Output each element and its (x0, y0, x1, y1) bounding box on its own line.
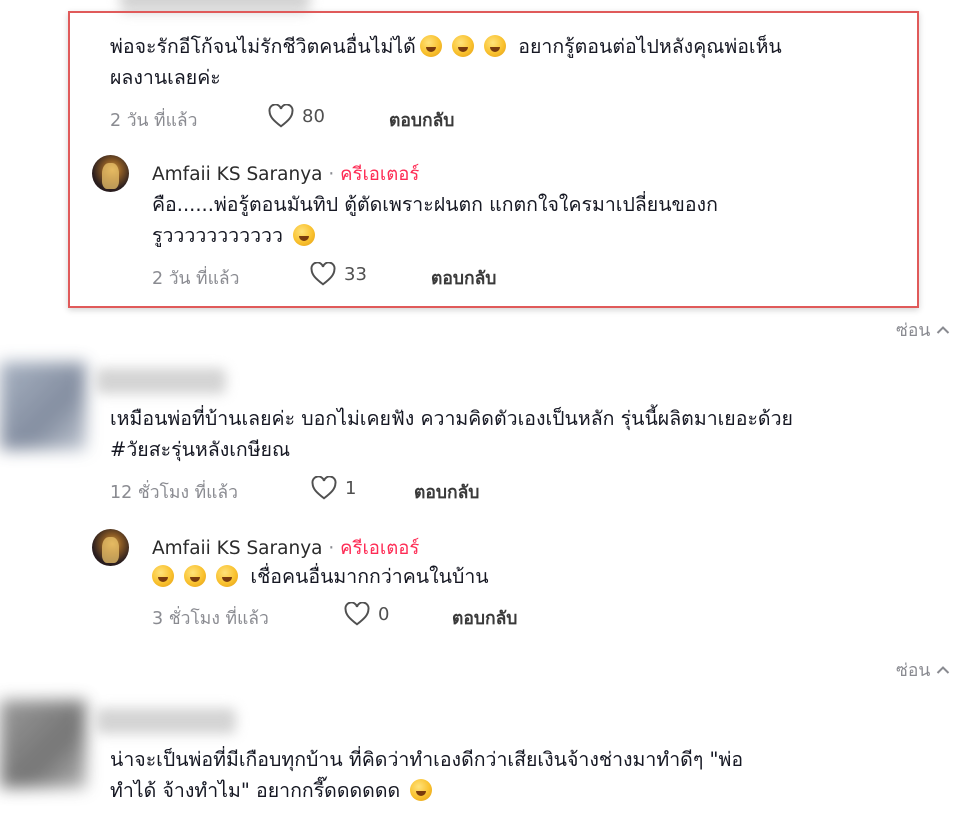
creator-badge: ครีเอเตอร์ (340, 538, 420, 559)
chevron-up-icon (937, 666, 950, 674)
comment-text-line2: ทำได้ จ้างทำไม" อยากกรี๊ดดดดดด (110, 775, 433, 806)
rolling-on-floor-laughing-icon (483, 35, 506, 57)
reply-button[interactable]: ตอบกลับ (452, 604, 517, 632)
comment-timestamp: 2 วัน ที่แล้ว (110, 111, 198, 131)
reply-button[interactable]: ตอบกลับ (431, 264, 496, 292)
hide-replies-button[interactable]: ซ่อน (896, 316, 950, 344)
rolling-on-floor-laughing-icon (419, 35, 442, 57)
like-count: 0 (378, 603, 390, 625)
heart-icon (310, 262, 336, 286)
comment-timestamp: 12 ชั่วโมง ที่แล้ว (110, 483, 238, 503)
like-count: 80 (302, 105, 325, 127)
reply-timestamp: 2 วัน ที่แล้ว (152, 269, 240, 289)
heart-icon (268, 104, 294, 128)
rolling-on-floor-laughing-icon (152, 565, 174, 587)
like-button[interactable]: 80 (268, 104, 325, 128)
creator-avatar[interactable] (92, 529, 129, 566)
like-count: 33 (344, 263, 367, 285)
comment-text-line2: #วัยสะรุ่นหลังเกษียณ (110, 438, 291, 461)
reply-button[interactable]: ตอบกลับ (414, 478, 479, 506)
reply-text: คือ......พ่อรู้ตอนมันทิป ตู้ตัดเพราะฝนตก… (152, 193, 718, 216)
blurred-username (120, 0, 310, 12)
comment-text: เหมือนพ่อที่บ้านเลยค่ะ บอกไม่เคยฟัง ความ… (110, 407, 793, 430)
blurred-username (96, 368, 226, 394)
rolling-on-floor-laughing-icon (451, 35, 474, 57)
reply-author[interactable]: Amfaii KS Saranya · ครีเอเตอร์ (152, 160, 419, 189)
chevron-up-icon (937, 326, 950, 334)
rolling-on-floor-laughing-icon (410, 779, 433, 801)
rolling-on-floor-laughing-icon (184, 565, 206, 587)
blurred-avatar (0, 362, 86, 450)
heart-icon (311, 476, 337, 500)
heart-icon (344, 602, 370, 626)
comment-text: น่าจะเป็นพ่อที่มีเกือบทุกบ้าน ที่คิดว่าท… (110, 748, 744, 771)
reply-text: เชื่อคนอื่นมากกว่าคนในบ้าน (152, 561, 489, 592)
creator-badge: ครีเอเตอร์ (340, 164, 420, 185)
rolling-on-floor-laughing-icon (216, 565, 238, 587)
like-button[interactable]: 1 (311, 476, 356, 500)
face-with-tears-of-joy-icon (293, 224, 316, 246)
hide-replies-button[interactable]: ซ่อน (896, 656, 950, 684)
like-count: 1 (345, 477, 357, 499)
reply-button[interactable]: ตอบกลับ (389, 106, 454, 134)
comment-text: พ่อจะรักอีโก้จนไม่รักชีวิตคนอื่นไม่ได้ อ… (110, 35, 782, 58)
blurred-username (96, 708, 236, 734)
creator-avatar[interactable] (92, 155, 129, 192)
reply-timestamp: 3 ชั่วโมง ที่แล้ว (152, 609, 269, 629)
like-button[interactable]: 0 (344, 602, 389, 626)
blurred-avatar (0, 700, 86, 788)
like-button[interactable]: 33 (310, 262, 367, 286)
reply-text-line2: รูววววววววววว (152, 220, 316, 251)
reply-author[interactable]: Amfaii KS Saranya · ครีเอเตอร์ (152, 534, 419, 563)
comment-text-line2: ผลงานเลยค่ะ (110, 66, 221, 89)
